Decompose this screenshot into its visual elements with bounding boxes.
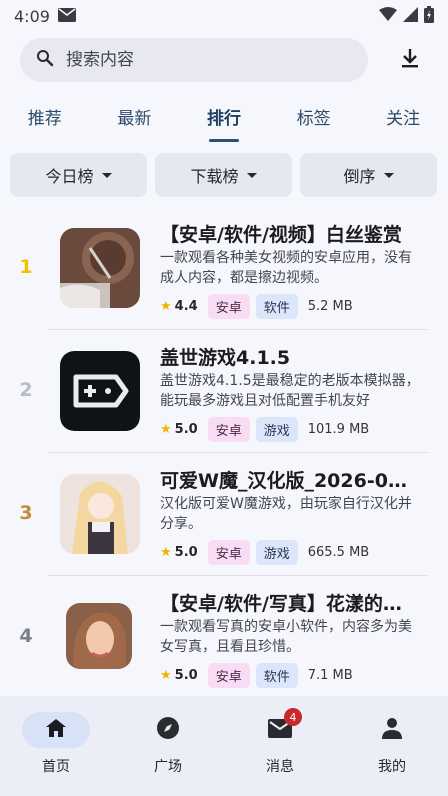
list-item[interactable]: 1 【安卓/软件/视频】白丝鉴赏 一款观看各种美女视频的安卓应用，没有成人内容，… [0, 206, 448, 329]
tab-latest[interactable]: 最新 [90, 100, 180, 142]
nav-home-label: 首页 [42, 759, 70, 775]
tab-recommend[interactable]: 推荐 [0, 100, 90, 142]
star-icon: ★ [160, 299, 172, 314]
tag-badge[interactable]: 软件 [255, 294, 298, 319]
rank-number: 4 [19, 625, 33, 647]
order-filter-label: 倒序 [343, 167, 376, 186]
wifi-icon [379, 6, 397, 26]
item-title: 盖世游戏4.1.5 [160, 347, 291, 369]
period-filter-label: 今日榜 [45, 167, 94, 186]
tab-tags[interactable]: 标签 [269, 100, 359, 142]
item-title: 【安卓/软件/视频】白丝鉴赏 [160, 224, 402, 246]
list-item[interactable]: 2 盖世游戏4.1.5 盖世游戏4.1.5是最稳定的老版本模拟器，能玩最多游戏且… [0, 329, 448, 452]
tag-badge[interactable]: 软件 [255, 663, 298, 688]
caret-down-icon [383, 172, 394, 178]
nav-messages-label: 消息 [266, 759, 294, 775]
item-description: 盖世游戏4.1.5是最稳定的老版本模拟器，能玩最多游戏且对低配置手机友好 [160, 373, 420, 409]
list-item[interactable]: 3 可爱W魔_汉化版_2026-07-17 汉化版可爱W魔游戏，由玩家自行汉化并… [0, 452, 448, 575]
tag-badge[interactable]: 安卓 [207, 540, 250, 565]
file-size: 7.1 MB [307, 668, 353, 683]
tag-badge[interactable]: 安卓 [207, 294, 250, 319]
item-meta: ★ 5.0 安卓 游戏 665.5 MB [160, 540, 369, 565]
rank-number: 3 [19, 502, 33, 524]
home-icon [45, 718, 67, 742]
rating-value: 5.0 [174, 668, 198, 683]
tab-following[interactable]: 关注 [358, 100, 448, 142]
nav-messages[interactable]: 4 消息 [224, 696, 336, 796]
item-meta: ★ 4.4 安卓 软件 5.2 MB [160, 294, 353, 319]
filter-row: 今日榜 下载榜 倒序 [10, 153, 438, 197]
search-row [20, 38, 432, 82]
unread-badge: 4 [284, 708, 302, 726]
category-tabs: 推荐 最新 排行 标签 关注 [0, 100, 448, 142]
file-size: 101.9 MB [307, 422, 370, 437]
caret-down-icon [101, 172, 112, 178]
list-item[interactable]: 4 【安卓/软件/写真】花漾的写真 一款观看写真的安卓小软件，内容多为美女写真，… [0, 575, 448, 698]
nav-home[interactable]: 首页 [0, 696, 112, 796]
status-icons [379, 5, 434, 27]
status-time: 4:09 [14, 6, 50, 26]
app-thumbnail [60, 351, 140, 431]
app-thumbnail [60, 474, 140, 554]
tag-badge[interactable]: 安卓 [207, 417, 250, 442]
tag-badge[interactable]: 安卓 [207, 663, 250, 688]
file-size: 665.5 MB [307, 545, 370, 560]
status-bar: 4:09 [0, 0, 448, 32]
rating: ★ 5.0 [160, 668, 198, 683]
rank-number: 2 [19, 379, 33, 401]
search-box[interactable] [20, 38, 368, 82]
item-description: 一款观看写真的安卓小软件，内容多为美女写真，且看且珍惜。 [160, 619, 412, 655]
item-title: 【安卓/软件/写真】花漾的写真 [160, 593, 420, 615]
star-icon: ★ [160, 422, 172, 437]
download-icon [400, 47, 420, 73]
nav-square-label: 广场 [154, 759, 182, 775]
rating: ★ 5.0 [160, 422, 198, 437]
type-filter-dropdown[interactable]: 下载榜 [155, 153, 292, 197]
file-size: 5.2 MB [307, 299, 353, 314]
item-description: 汉化版可爱W魔游戏，由玩家自行汉化并分享。 [160, 496, 412, 532]
tab-ranking[interactable]: 排行 [179, 100, 269, 142]
battery-icon [424, 5, 434, 27]
search-input[interactable] [66, 50, 326, 70]
item-meta: ★ 5.0 安卓 软件 7.1 MB [160, 663, 353, 688]
item-title: 可爱W魔_汉化版_2026-07-17 [160, 470, 420, 492]
rating-value: 5.0 [174, 422, 198, 437]
tag-badge[interactable]: 游戏 [255, 417, 298, 442]
order-filter-dropdown[interactable]: 倒序 [300, 153, 437, 197]
signal-icon [403, 6, 418, 26]
compass-icon [156, 716, 180, 744]
period-filter-dropdown[interactable]: 今日榜 [10, 153, 147, 197]
nav-square[interactable]: 广场 [112, 696, 224, 796]
caret-down-icon [246, 172, 257, 178]
bottom-navigation: 首页 广场 4 消息 我的 [0, 696, 448, 796]
ranking-list: 1 【安卓/软件/视频】白丝鉴赏 一款观看各种美女视频的安卓应用，没有成人内容，… [0, 206, 448, 698]
star-icon: ★ [160, 545, 172, 560]
rating-value: 5.0 [174, 545, 198, 560]
rating-value: 4.4 [174, 299, 198, 314]
gmail-notification-icon [57, 7, 76, 26]
star-icon: ★ [160, 668, 172, 683]
type-filter-label: 下载榜 [190, 167, 239, 186]
nav-profile-label: 我的 [378, 759, 406, 775]
person-icon [381, 717, 403, 743]
rank-number: 1 [19, 256, 33, 278]
nav-home-indicator [22, 712, 90, 748]
rating: ★ 5.0 [160, 545, 198, 560]
search-icon [36, 49, 54, 71]
app-thumbnail [66, 603, 132, 669]
app-thumbnail [60, 228, 140, 308]
item-meta: ★ 5.0 安卓 游戏 101.9 MB [160, 417, 369, 442]
nav-profile[interactable]: 我的 [336, 696, 448, 796]
tag-badge[interactable]: 游戏 [255, 540, 298, 565]
download-button[interactable] [388, 38, 432, 82]
item-description: 一款观看各种美女视频的安卓应用，没有成人内容，都是擦边视频。 [160, 250, 412, 286]
rating: ★ 4.4 [160, 299, 198, 314]
